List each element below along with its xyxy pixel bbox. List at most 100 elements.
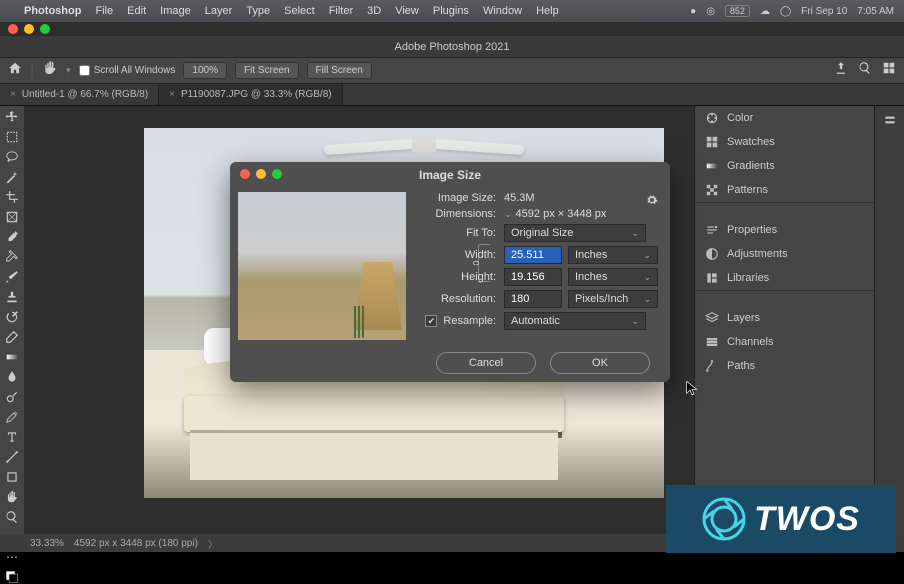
- share-icon[interactable]: [834, 61, 848, 80]
- menu-layer[interactable]: Layer: [205, 5, 233, 17]
- panel-label: Gradients: [727, 160, 775, 172]
- brush-tool[interactable]: [3, 270, 21, 284]
- dimensions-unit-toggle[interactable]: ⌄: [504, 209, 512, 220]
- panel-patterns[interactable]: Patterns: [695, 178, 874, 202]
- menubar-date[interactable]: Fri Sep 10: [801, 6, 847, 17]
- dodge-tool[interactable]: [3, 390, 21, 404]
- menu-select[interactable]: Select: [284, 5, 315, 17]
- menu-image[interactable]: Image: [160, 5, 191, 17]
- siri-icon[interactable]: ◯: [780, 6, 791, 17]
- zoom-100-button[interactable]: 100%: [183, 62, 227, 79]
- width-input[interactable]: [504, 246, 562, 264]
- panel-layers[interactable]: Layers: [695, 306, 874, 330]
- marquee-tool[interactable]: [3, 130, 21, 144]
- resample-label: Resample:: [443, 315, 496, 327]
- height-input[interactable]: [504, 268, 562, 286]
- cancel-button[interactable]: Cancel: [436, 352, 536, 374]
- workspace-icon[interactable]: [882, 61, 896, 80]
- cloud-icon[interactable]: ☁: [760, 6, 770, 17]
- height-unit-select[interactable]: Inches⌄: [568, 268, 658, 286]
- frame-tool[interactable]: [3, 210, 21, 224]
- panel-channels[interactable]: Channels: [695, 330, 874, 354]
- panel-adjustments[interactable]: Adjustments: [695, 242, 874, 266]
- panel-gradients[interactable]: Gradients: [695, 154, 874, 178]
- width-unit-select[interactable]: Inches⌄: [568, 246, 658, 264]
- blur-tool[interactable]: [3, 370, 21, 384]
- fit-to-select[interactable]: Original Size⌄: [504, 224, 646, 242]
- dialog-zoom[interactable]: [272, 169, 282, 179]
- wand-tool[interactable]: [3, 170, 21, 184]
- panel-swatches[interactable]: Swatches: [695, 130, 874, 154]
- minimize-window[interactable]: [24, 24, 34, 34]
- path-tool[interactable]: [3, 450, 21, 464]
- healing-tool[interactable]: [3, 250, 21, 264]
- hand-tool-icon[interactable]: [42, 60, 58, 81]
- maximize-window[interactable]: [40, 24, 50, 34]
- close-tab-icon[interactable]: ×: [10, 89, 16, 100]
- menu-filter[interactable]: Filter: [329, 5, 353, 17]
- close-window[interactable]: [8, 24, 18, 34]
- resolution-input[interactable]: [504, 290, 562, 308]
- move-tool[interactable]: [3, 110, 21, 124]
- resolution-unit-select[interactable]: Pixels/Inch⌄: [568, 290, 658, 308]
- menubar-app[interactable]: Photoshop: [24, 5, 81, 17]
- status-chevron-icon[interactable]: 〉: [208, 536, 218, 551]
- resample-select[interactable]: Automatic⌄: [504, 312, 646, 330]
- close-tab-icon[interactable]: ×: [169, 89, 175, 100]
- pen-tool[interactable]: [3, 410, 21, 424]
- height-label: Height:: [418, 271, 504, 283]
- eraser-tool[interactable]: [3, 330, 21, 344]
- hand-tool[interactable]: [3, 490, 21, 504]
- home-icon[interactable]: [8, 61, 22, 80]
- status-zoom[interactable]: 33.33%: [30, 538, 64, 549]
- status-badge[interactable]: 852: [725, 5, 750, 17]
- status-info[interactable]: 4592 px x 3448 px (180 ppi): [74, 538, 198, 549]
- dialog-minimize[interactable]: [256, 169, 266, 179]
- preview-thumbnail[interactable]: [238, 192, 406, 340]
- fill-screen-button[interactable]: Fill Screen: [307, 62, 372, 79]
- panel-paths[interactable]: Paths: [695, 354, 874, 378]
- tab-untitled[interactable]: × Untitled-1 @ 66.7% (RGB/8): [0, 84, 159, 105]
- image-size-dialog: Image Size Image Size: 45.3M Dimensions:…: [230, 162, 670, 382]
- tab-current[interactable]: ×P1190087.JPG @ 33.3% (RGB/8): [159, 84, 342, 105]
- menu-edit[interactable]: Edit: [127, 5, 146, 17]
- shape-tool[interactable]: [3, 470, 21, 484]
- resample-checkbox[interactable]: ✔: [425, 315, 437, 327]
- dialog-close[interactable]: [240, 169, 250, 179]
- menu-help[interactable]: Help: [536, 5, 559, 17]
- menu-file[interactable]: File: [95, 5, 113, 17]
- menubar-time[interactable]: 7:05 AM: [857, 6, 894, 17]
- record-icon[interactable]: ●: [690, 6, 696, 17]
- zoom-tool[interactable]: [3, 510, 21, 524]
- crop-tool[interactable]: [3, 190, 21, 204]
- menu-plugins[interactable]: Plugins: [433, 5, 469, 17]
- menu-type[interactable]: Type: [246, 5, 270, 17]
- panel-toggle-icon[interactable]: [881, 112, 899, 128]
- screen-icon[interactable]: ◎: [706, 6, 715, 17]
- panel-label: Properties: [727, 224, 777, 236]
- menu-window[interactable]: Window: [483, 5, 522, 17]
- panel-libraries[interactable]: Libraries: [695, 266, 874, 290]
- scroll-all-checkbox[interactable]: Scroll All Windows: [79, 65, 176, 76]
- color-swatch[interactable]: [3, 570, 21, 584]
- type-tool[interactable]: [3, 430, 21, 444]
- lasso-tool[interactable]: [3, 150, 21, 164]
- search-icon[interactable]: [858, 61, 872, 80]
- eyedropper-tool[interactable]: [3, 230, 21, 244]
- stamp-tool[interactable]: [3, 290, 21, 304]
- edit-toolbar[interactable]: ⋯: [3, 550, 21, 564]
- menu-view[interactable]: View: [395, 5, 419, 17]
- gear-icon[interactable]: [646, 194, 658, 209]
- panel-label: Layers: [727, 312, 760, 324]
- panel-properties[interactable]: Properties: [695, 218, 874, 242]
- history-brush-tool[interactable]: [3, 310, 21, 324]
- dimensions-value: 4592 px × 3448 px: [516, 208, 607, 220]
- panel-color[interactable]: Color: [695, 106, 874, 130]
- tab-label: Untitled-1 @ 66.7% (RGB/8): [22, 89, 148, 100]
- gradient-tool[interactable]: [3, 350, 21, 364]
- ok-button[interactable]: OK: [550, 352, 650, 374]
- dialog-title: Image Size: [419, 168, 481, 182]
- fit-screen-button[interactable]: Fit Screen: [235, 62, 299, 79]
- menu-3d[interactable]: 3D: [367, 5, 381, 17]
- dialog-titlebar[interactable]: Image Size: [230, 162, 670, 188]
